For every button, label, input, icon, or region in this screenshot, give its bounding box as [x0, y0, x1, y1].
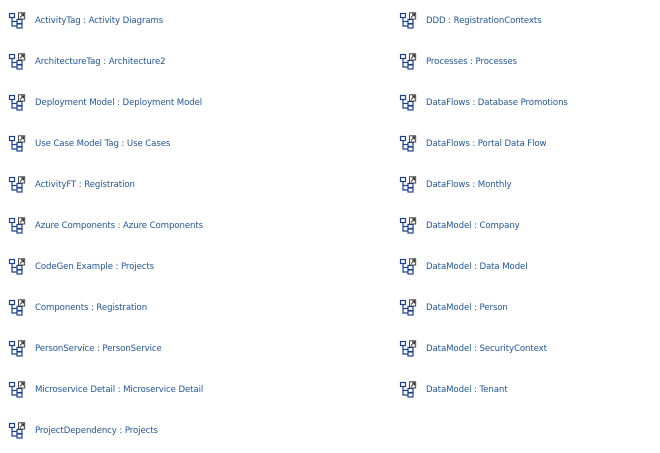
- diagram-link-item[interactable]: DataModel : Data Model: [399, 256, 528, 278]
- diagram-link-icon: [8, 299, 26, 317]
- diagram-link-label[interactable]: Azure Components : Azure Components: [35, 220, 203, 232]
- diagram-link-icon: [399, 340, 417, 358]
- diagram-link-icon: [399, 299, 417, 317]
- diagram-link-icon: [8, 340, 26, 358]
- diagram-link-label[interactable]: Components : Registration: [35, 302, 147, 314]
- diagram-link-item[interactable]: Deployment Model : Deployment Model: [8, 92, 202, 114]
- diagram-link-icon: [8, 12, 26, 30]
- diagram-link-label[interactable]: DataModel : Person: [426, 302, 508, 314]
- diagram-link-item[interactable]: Microservice Detail : Microservice Detai…: [8, 379, 203, 401]
- diagram-link-icon: [399, 12, 417, 30]
- diagram-link-icon: [399, 217, 417, 235]
- diagram-link-item[interactable]: DataModel : Company: [399, 215, 520, 237]
- diagram-link-icon: [8, 176, 26, 194]
- diagram-link-label[interactable]: Processes : Processes: [426, 56, 517, 68]
- diagram-link-icon: [8, 94, 26, 112]
- diagram-link-label[interactable]: CodeGen Example : Projects: [35, 261, 154, 273]
- diagram-link-label[interactable]: DataFlows : Portal Data Flow: [426, 138, 547, 150]
- diagram-link-item[interactable]: Azure Components : Azure Components: [8, 215, 203, 237]
- diagram-link-icon: [8, 135, 26, 153]
- diagram-link-label[interactable]: ProjectDependency : Projects: [35, 425, 158, 437]
- diagram-link-label[interactable]: DDD : RegistrationContexts: [426, 15, 542, 27]
- diagram-link-label[interactable]: ActivityTag : Activity Diagrams: [35, 15, 163, 27]
- diagram-link-item[interactable]: ProjectDependency : Projects: [8, 420, 158, 442]
- diagram-link-label[interactable]: PersonService : PersonService: [35, 343, 162, 355]
- diagram-link-item[interactable]: CodeGen Example : Projects: [8, 256, 154, 278]
- diagram-link-label[interactable]: Deployment Model : Deployment Model: [35, 97, 202, 109]
- diagram-link-item[interactable]: ArchitectureTag : Architecture2: [8, 51, 166, 73]
- diagram-link-label[interactable]: Use Case Model Tag : Use Cases: [35, 138, 170, 150]
- diagram-link-item[interactable]: DataFlows : Portal Data Flow: [399, 133, 547, 155]
- diagram-link-icon: [8, 217, 26, 235]
- diagram-link-label[interactable]: DataModel : Data Model: [426, 261, 528, 273]
- diagram-link-label[interactable]: DataFlows : Database Promotions: [426, 97, 568, 109]
- diagram-link-label[interactable]: Microservice Detail : Microservice Detai…: [35, 384, 203, 396]
- diagram-link-icon: [399, 258, 417, 276]
- diagram-link-item[interactable]: Components : Registration: [8, 297, 147, 319]
- diagram-link-item[interactable]: DataModel : SecurityContext: [399, 338, 547, 360]
- diagram-link-item[interactable]: DataModel : Tenant: [399, 379, 508, 401]
- diagram-link-item[interactable]: Processes : Processes: [399, 51, 517, 73]
- diagram-link-label[interactable]: ActivityFT : Registration: [35, 179, 135, 191]
- diagram-link-item[interactable]: Use Case Model Tag : Use Cases: [8, 133, 170, 155]
- diagram-link-item[interactable]: DataFlows : Database Promotions: [399, 92, 568, 114]
- diagram-link-icon: [399, 381, 417, 399]
- diagram-link-icon: [8, 53, 26, 71]
- diagram-link-icon: [8, 381, 26, 399]
- diagram-link-label[interactable]: DataFlows : Monthly: [426, 179, 512, 191]
- diagram-link-label[interactable]: DataModel : SecurityContext: [426, 343, 547, 355]
- diagram-link-item[interactable]: ActivityFT : Registration: [8, 174, 135, 196]
- diagram-link-icon: [8, 258, 26, 276]
- diagram-link-icon: [399, 94, 417, 112]
- diagram-link-item[interactable]: ActivityTag : Activity Diagrams: [8, 10, 163, 32]
- diagram-link-item[interactable]: PersonService : PersonService: [8, 338, 162, 360]
- diagram-link-icon: [8, 422, 26, 440]
- diagram-link-item[interactable]: DataModel : Person: [399, 297, 508, 319]
- diagram-link-item[interactable]: DDD : RegistrationContexts: [399, 10, 542, 32]
- diagram-link-icon: [399, 176, 417, 194]
- diagram-link-icon: [399, 135, 417, 153]
- diagram-link-label[interactable]: ArchitectureTag : Architecture2: [35, 56, 166, 68]
- diagram-link-label[interactable]: DataModel : Company: [426, 220, 520, 232]
- diagram-link-item[interactable]: DataFlows : Monthly: [399, 174, 512, 196]
- diagram-link-label[interactable]: DataModel : Tenant: [426, 384, 508, 396]
- diagram-link-icon: [399, 53, 417, 71]
